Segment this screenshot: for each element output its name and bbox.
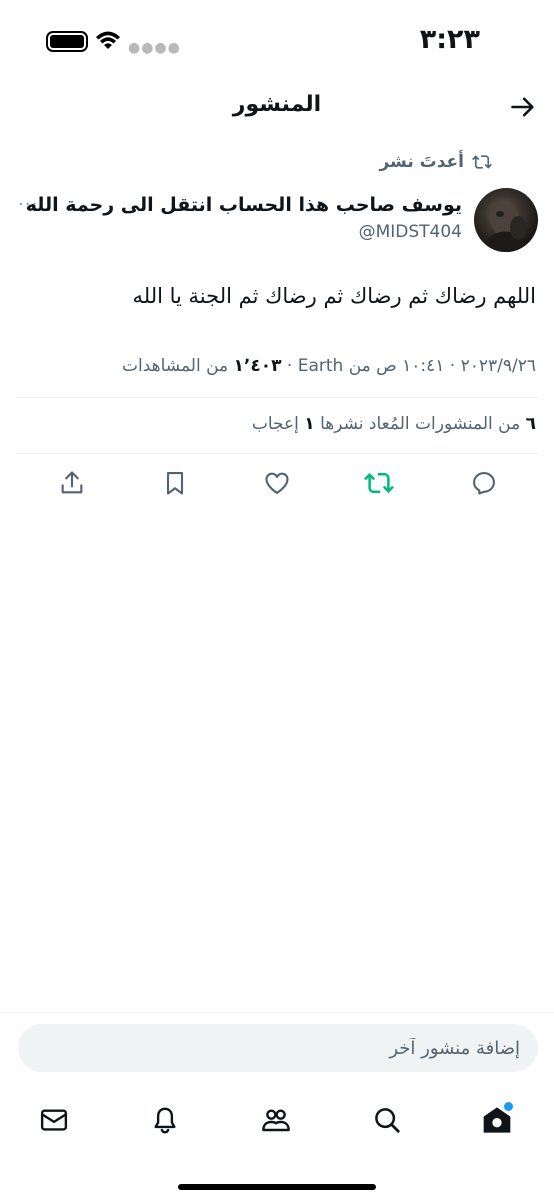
post-meta: ٢٠٢٣/٩/٢٦ · ١٠:٤١ ص من Earth · ١٬٤٠٣ من … [122,356,536,376]
share-icon [61,471,83,494]
search-icon [375,1108,400,1133]
status-bar: ●●●● ٣:٢٣ [0,0,554,80]
bookmark-icon [166,472,184,495]
action-bar [0,466,554,506]
post-text: اللهم رضاك ثم رضاك ثم رضاك ثم الجنة يا ا… [132,284,537,308]
share-button[interactable] [55,466,89,500]
cellular-signal-icon: ●●●● [128,40,181,56]
communities-icon [262,1109,290,1132]
tab-notifications[interactable] [145,1100,185,1140]
arrow-right-icon [511,97,534,117]
notifications-icon [154,1107,176,1134]
notification-dot [504,1102,513,1111]
repost-button[interactable] [362,466,396,500]
post-stats: ٦ من المنشورات المُعاد نشرها ١ إعجاب [252,414,536,434]
tab-search[interactable] [367,1100,407,1140]
tab-communities[interactable] [256,1100,296,1140]
repost-icon [364,472,394,494]
back-button[interactable] [506,90,540,124]
reposts-label[interactable]: من المنشورات المُعاد نشرها [315,414,526,434]
avatar[interactable] [474,188,538,252]
divider [0,1012,554,1013]
like-button[interactable] [260,466,294,500]
heart-icon [265,472,289,494]
author-name[interactable]: يوسف صاحب هذا الحساب انتقل الى رحمة الله [26,194,462,216]
bookmark-button[interactable] [158,466,192,500]
views-label: من المشاهدات [122,356,234,376]
repost-label: أعدتَ نشر [379,152,464,172]
reply-icon [473,472,495,495]
messages-icon [40,1109,68,1131]
repost-icon [472,155,492,169]
page-title: المنشور [232,92,322,117]
likes-count[interactable]: ١ [304,414,314,434]
divider [16,453,538,454]
status-time: ٣:٢٣ [419,24,480,55]
likes-label[interactable]: إعجاب [252,414,304,434]
tab-messages[interactable] [34,1100,74,1140]
reply-input[interactable] [18,1024,538,1072]
tab-home[interactable] [477,1100,517,1140]
post-date-source: ٢٠٢٣/٩/٢٦ · ١٠:٤١ ص من Earth · [281,356,536,376]
home-indicator[interactable] [178,1184,376,1190]
wifi-icon [95,29,121,55]
reply-button[interactable] [467,466,501,500]
more-options-button[interactable]: ··· [18,194,38,215]
divider [16,397,538,398]
tab-bar [0,1092,554,1148]
views-count: ١٬٤٠٣ [233,356,282,376]
reposts-count[interactable]: ٦ [526,414,536,434]
author-handle[interactable]: @MIDST404 [359,222,462,242]
battery-icon [46,31,88,52]
header: المنشور [0,80,554,136]
repost-indicator: أعدتَ نشر [379,152,492,172]
